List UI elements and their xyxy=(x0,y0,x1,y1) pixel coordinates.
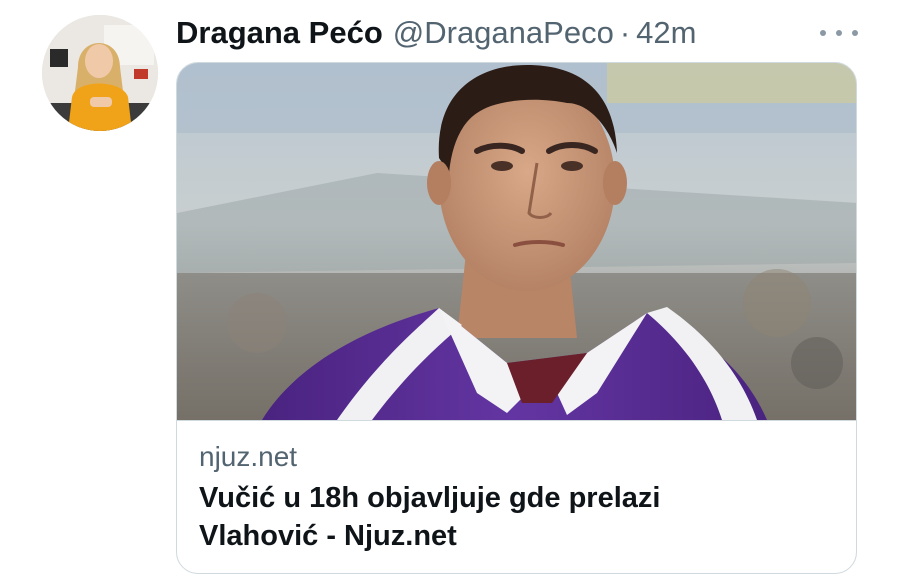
author-handle[interactable]: @DraganaPeco xyxy=(393,12,614,54)
card-domain: njuz.net xyxy=(199,441,298,472)
separator-dot: · xyxy=(619,15,631,50)
more-dots-icon[interactable] xyxy=(818,18,860,48)
avatar-photo-icon xyxy=(42,15,158,131)
card-image[interactable] xyxy=(177,63,856,420)
card-text[interactable]: njuz.net Vučić u 18h objavljuje gde prel… xyxy=(177,420,856,555)
tweet-header: Dragana Pećo @DraganaPeco · 42m xyxy=(176,12,696,54)
tweet-timestamp[interactable]: 42m xyxy=(636,12,696,54)
tweet[interactable]: Dragana Pećo @DraganaPeco · 42m njuz.net… xyxy=(0,0,900,580)
author-avatar[interactable] xyxy=(42,15,158,131)
author-display-name[interactable]: Dragana Pećo xyxy=(176,12,383,54)
football-player-photo-icon xyxy=(177,63,856,420)
link-preview-card[interactable]: njuz.net Vučić u 18h objavljuje gde prel… xyxy=(176,62,857,574)
card-title[interactable]: Vučić u 18h objavljuje gde prelazi Vlaho… xyxy=(199,479,759,555)
